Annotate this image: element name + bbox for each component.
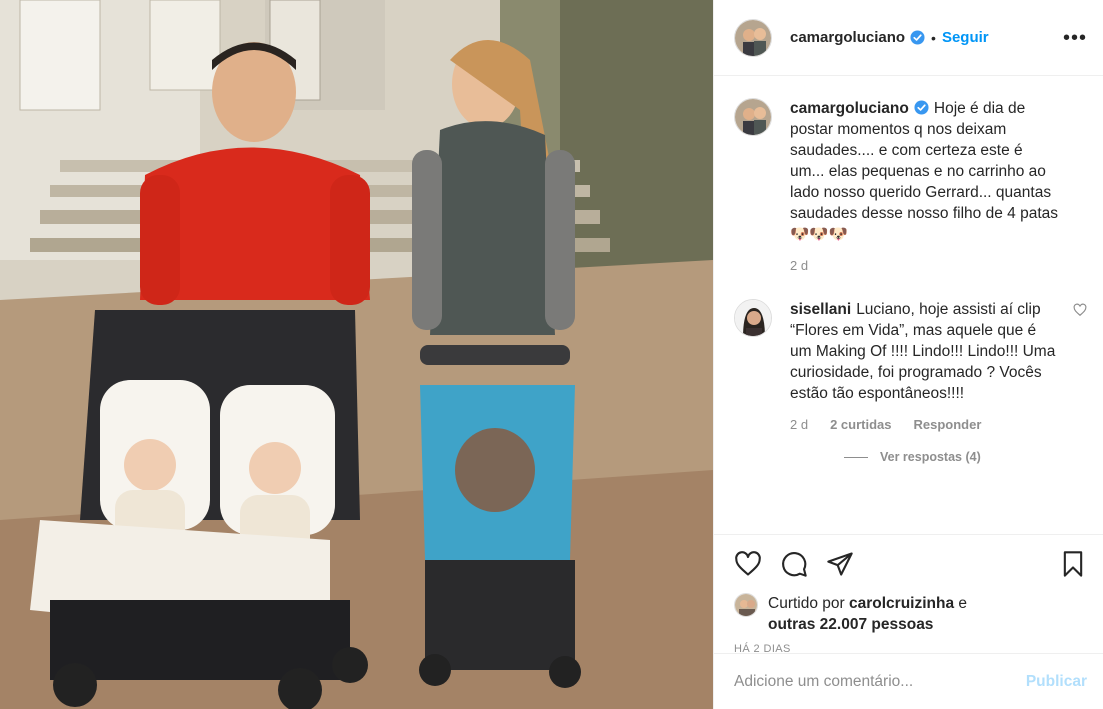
comment-item: sisellani Luciano, hoje assisti aí clip “… [734,299,1087,432]
view-replies-label: Ver respostas (4) [880,450,981,464]
caption-author-avatar[interactable] [734,98,772,136]
author-avatar[interactable] [734,18,772,57]
caption-text-block: camargoluciano Hoje é dia de postar momen… [790,98,1061,245]
verified-badge-icon [914,100,929,115]
follow-button[interactable]: Seguir [942,29,989,46]
likes-connector: e [958,595,968,612]
post-side-panel: camargoluciano • Seguir ••• camargolucia… [713,0,1103,709]
comment-like-heart-icon[interactable] [1073,303,1087,317]
post-header: camargoluciano • Seguir ••• [714,0,1103,76]
caption-username[interactable]: camargoluciano [790,100,909,117]
replies-line [844,456,868,458]
author-username[interactable]: camargoluciano [790,29,905,46]
comment-body: sisellani Luciano, hoje assisti aí clip “… [790,299,1087,432]
more-options-icon[interactable]: ••• [1063,28,1087,48]
caption-text: Hoje é dia de postar momentos q nos deix… [790,100,1058,243]
comment-time[interactable]: 2 d [790,417,808,432]
like-heart-icon[interactable] [734,550,762,578]
post-photo[interactable] [0,0,713,709]
comment-text-block: sisellani Luciano, hoje assisti aí clip “… [790,299,1061,404]
commenter-username[interactable]: sisellani [790,301,851,318]
likes-text: Curtido por carolcruizinha e outras 22.0… [768,593,967,635]
caption-body: camargoluciano Hoje é dia de postar momen… [790,98,1087,273]
comment-likes-count[interactable]: 2 curtidas [830,417,891,432]
commenter-avatar[interactable] [734,299,772,337]
comment-bubble-icon[interactable] [780,550,808,578]
comment-meta: 2 d 2 curtidas Responder [790,417,1061,432]
liker-username[interactable]: carolcruizinha [849,595,954,612]
caption-time[interactable]: 2 d [790,258,808,273]
likes-others-count[interactable]: outras 22.007 pessoas [768,616,933,633]
header-separator: • [931,29,936,46]
comment-input[interactable] [734,672,1026,691]
view-replies-button[interactable]: Ver respostas (4) [844,450,1087,464]
caption: camargoluciano Hoje é dia de postar momen… [734,98,1087,273]
family-stroller-photo [0,0,713,709]
reply-button[interactable]: Responder [914,417,982,432]
action-icons [734,549,1087,579]
likes-summary: Curtido por carolcruizinha e outras 22.0… [734,593,1087,635]
publish-button[interactable]: Publicar [1026,673,1087,691]
share-paper-plane-icon[interactable] [826,550,854,578]
caption-meta: 2 d [790,258,1061,273]
comments-section[interactable]: camargoluciano Hoje é dia de postar momen… [714,76,1103,534]
bookmark-save-icon[interactable] [1059,550,1087,578]
instagram-post: camargoluciano • Seguir ••• camargolucia… [0,0,1103,709]
liker-avatar[interactable] [734,593,758,617]
likes-prefix: Curtido por [768,595,845,612]
verified-badge-icon [910,30,925,45]
add-comment-bar: Publicar [714,653,1103,709]
